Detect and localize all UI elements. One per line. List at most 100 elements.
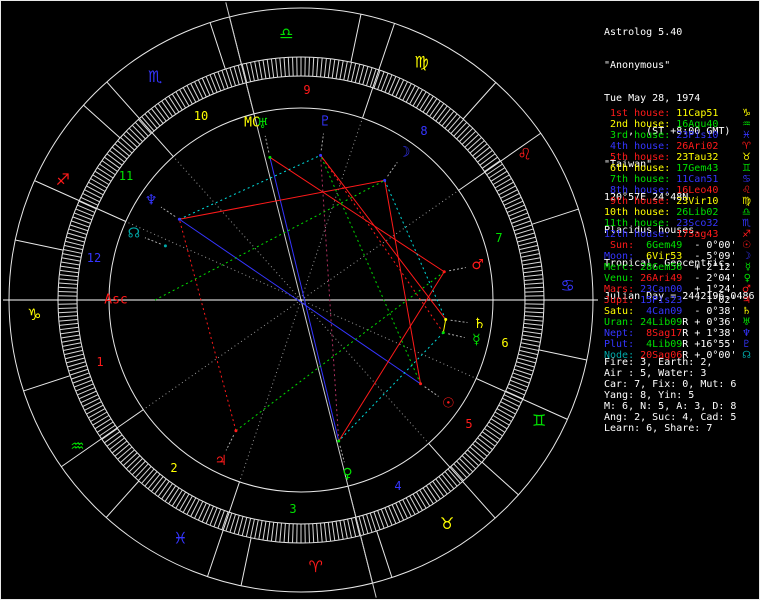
- stats-line: Ang: 2, Suc: 4, Cad: 5: [604, 412, 737, 423]
- degree-tick: [104, 156, 121, 169]
- sign-boundary: [83, 104, 121, 139]
- degree-tick: [494, 178, 512, 189]
- stats-line: Air : 5, Water: 3: [604, 368, 707, 379]
- planet-icon: ♆: [742, 328, 751, 339]
- degree-tick: [467, 137, 482, 151]
- zodiac-sign-icon: ♒: [742, 119, 751, 130]
- chart-wheel-area: ☉ ☽ ☿ ♀ ♂ ♃ ♄ ♅ ♆ ♇ ☊ ♈ ♉ ♊ ♋ ♌ ♍ ♎ ♏ ♐ ♑ ♒ ♓ 1 2 3 4 5 6 7 8 9 10 11 12 As…: [1, 1, 601, 599]
- degree-tick: [66, 357, 85, 364]
- degree-tick: [94, 170, 112, 182]
- degree-tick: [86, 404, 104, 415]
- degree-tick: [398, 501, 408, 519]
- degree-tick: [205, 505, 214, 524]
- house-row: 6th house: 17Gem43 ♊: [604, 163, 751, 174]
- degree-tick: [117, 140, 133, 154]
- degree-tick: [147, 473, 161, 490]
- degree-tick: [90, 178, 108, 189]
- degree-tick: [518, 353, 537, 360]
- zodiac-sign-icon: ♓: [742, 130, 751, 141]
- degree-tick: [125, 130, 141, 145]
- planet-row: Jupi: 15Pis23 - 1°02' ♃: [604, 295, 751, 306]
- degree-tick: [104, 431, 121, 444]
- degree-tick: [194, 501, 204, 519]
- house-row: 11th house: 23Sco32 ♏: [604, 218, 751, 229]
- wheel-label-asc: Asc: [104, 293, 127, 308]
- degree-tick: [435, 478, 448, 495]
- degree-tick: [467, 449, 482, 463]
- degree-tick: [494, 411, 512, 422]
- house-cusp: [207, 481, 240, 577]
- house-cusp-inner: [300, 117, 363, 301]
- degree-tick: [194, 81, 204, 99]
- app-title: Astrolog 5.40: [604, 27, 683, 38]
- degree-tick: [350, 518, 357, 537]
- house-cusp-inner: [300, 299, 477, 379]
- planet-icon: ♂: [742, 284, 751, 295]
- degree-tick: [441, 110, 455, 127]
- chart-date: Tue May 28, 1974: [604, 93, 701, 104]
- degree-tick: [461, 130, 477, 145]
- wheel-house-number-6: 6: [501, 336, 508, 350]
- degree-tick: [122, 133, 138, 148]
- house-row: 5th house: 23Tau32 ♉: [604, 152, 751, 163]
- house-row: 9th house: 23Vir10 ♍: [604, 196, 751, 207]
- planet-degree-dot: [268, 155, 272, 159]
- degree-tick: [186, 497, 197, 515]
- degree-tick: [182, 87, 193, 105]
- zodiac-sign-icon: ♎: [742, 207, 751, 218]
- degree-tick: [459, 458, 474, 473]
- planet-pointer: [450, 319, 468, 324]
- degree-tick: [101, 160, 118, 172]
- planet-degree-dot: [383, 178, 387, 182]
- planet-pointer: [387, 162, 398, 177]
- house-cusp: [362, 23, 395, 119]
- degree-tick: [456, 124, 471, 140]
- degree-tick: [60, 334, 80, 339]
- degree-tick: [80, 394, 99, 404]
- degree-tick: [120, 449, 135, 463]
- degree-tick: [472, 143, 488, 157]
- stats-line: M: 6, N: 5, A: 3, D: 8: [604, 401, 737, 412]
- zodiac-sign-icon: ♑: [742, 108, 751, 119]
- wheel-house-number-12: 12: [87, 251, 101, 265]
- house-cusp-inner: [125, 221, 302, 301]
- degree-tick: [283, 57, 286, 77]
- degree-tick: [82, 397, 100, 407]
- degree-tick: [58, 311, 78, 314]
- wheel-sign-aquarius-icon: ♒: [70, 437, 84, 456]
- planet-row: Uran: 24Lib09R + 0°36' ♅: [604, 317, 751, 328]
- wheel-planet-venus-icon: ♀: [342, 466, 352, 482]
- house-row: 7th house: 11Can51 ♋: [604, 174, 751, 185]
- degree-tick: [92, 174, 110, 186]
- degree-tick: [474, 146, 491, 160]
- degree-tick: [151, 108, 164, 124]
- house-row: 10th house: 26Lib02 ♎: [604, 207, 751, 218]
- degree-tick: [117, 446, 133, 460]
- planet-row: Plut: 4Lib09R +16°55' ♇: [604, 339, 751, 350]
- degree-tick: [518, 240, 537, 247]
- degree-tick: [78, 390, 97, 400]
- degree-tick: [58, 319, 78, 322]
- aspect-line-opposition: [179, 218, 421, 385]
- degree-tick: [524, 315, 544, 318]
- planet-icon: ♀: [743, 273, 751, 284]
- degree-tick: [492, 414, 510, 426]
- degree-tick: [94, 418, 112, 430]
- degree-tick: [292, 57, 294, 77]
- degree-tick: [63, 346, 82, 352]
- degree-tick: [254, 519, 259, 539]
- stats-line: Fire: 3, Earth: 2,: [604, 357, 713, 368]
- degree-tick: [164, 485, 177, 502]
- degree-tick: [88, 408, 106, 419]
- degree-tick: [157, 480, 170, 497]
- degree-tick: [432, 480, 445, 497]
- degree-tick: [327, 522, 332, 542]
- degree-tick: [412, 493, 423, 511]
- degree-tick: [522, 330, 542, 335]
- degree-tick: [262, 521, 267, 541]
- degree-tick: [447, 116, 461, 132]
- degree-tick: [498, 185, 516, 196]
- degree-tick: [82, 193, 100, 203]
- wheel-planet-node-icon: ☊: [128, 225, 140, 241]
- wheel-house-number-10: 10: [194, 109, 208, 123]
